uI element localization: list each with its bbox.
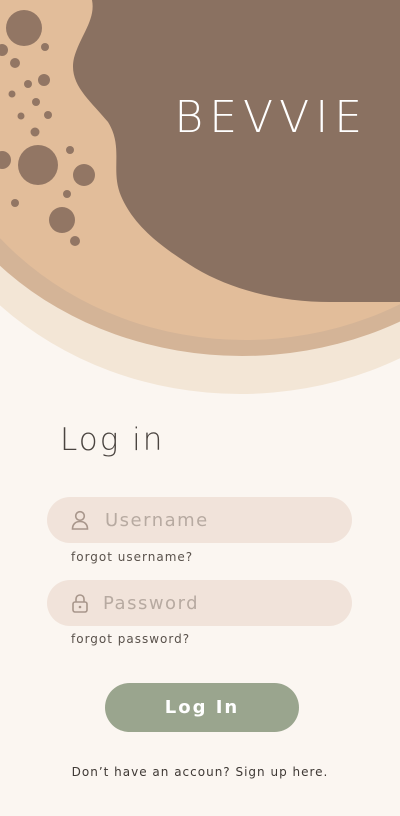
hero-illustration: [0, 0, 400, 394]
login-button[interactable]: Log In: [105, 683, 299, 732]
page-title: Log in: [60, 422, 165, 458]
signup-link[interactable]: Don’t have an accoun? Sign up here.: [0, 765, 400, 779]
password-input[interactable]: [103, 592, 313, 614]
forgot-username-link[interactable]: forgot username?: [71, 550, 193, 564]
forgot-password-link[interactable]: forgot password?: [71, 632, 190, 646]
user-icon: [69, 509, 91, 531]
password-field[interactable]: [47, 580, 352, 626]
lock-icon: [69, 592, 91, 614]
username-input[interactable]: [105, 509, 315, 531]
app-logo: BEVVIE: [174, 92, 368, 143]
username-field[interactable]: [47, 497, 352, 543]
